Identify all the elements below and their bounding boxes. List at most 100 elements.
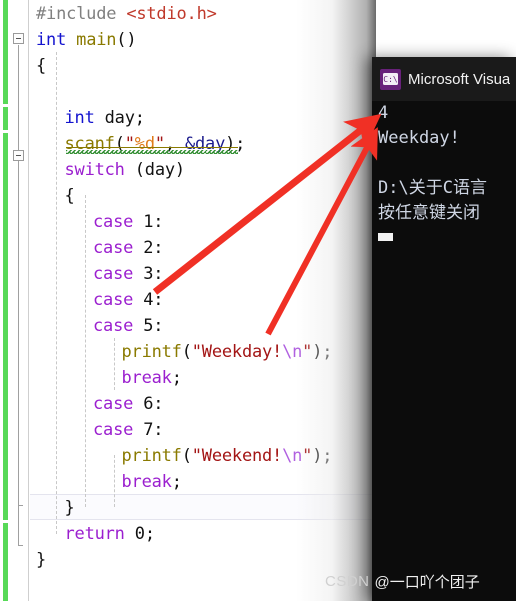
code-token: ;: [171, 472, 182, 492]
code-content[interactable]: #include <stdio.h> int main(){int day; sca…: [30, 0, 380, 601]
code-line[interactable]: case 1:: [93, 209, 163, 235]
code-token: 1: [143, 212, 154, 232]
code-token: 5: [143, 316, 154, 336]
code-line[interactable]: return 0;: [64, 521, 156, 547]
code-token: day;: [94, 108, 145, 128]
code-token: (day): [124, 160, 185, 180]
folding-gutter[interactable]: [10, 0, 28, 601]
code-token: printf: [121, 342, 182, 362]
code-token: }: [36, 550, 47, 570]
screenshot-root: #include <stdio.h> int main(){int day; sca…: [0, 0, 516, 601]
gutter-separator: [28, 0, 29, 601]
console-title-bar[interactable]: C:\ Microsoft Visua: [372, 57, 516, 101]
code-line[interactable]: break;: [122, 469, 182, 495]
fold-scope-line-switch: [18, 165, 19, 505]
code-line[interactable]: case 2:: [93, 235, 163, 261]
code-token: #include: [36, 4, 127, 24]
fold-scope-end-main: [18, 545, 23, 546]
code-token: :: [153, 394, 164, 414]
code-token: ;: [171, 368, 182, 388]
code-token: case: [93, 290, 134, 310]
code-line[interactable]: case 7:: [93, 417, 163, 443]
code-line[interactable]: }: [36, 547, 46, 573]
code-token: {: [36, 56, 47, 76]
console-window[interactable]: C:\ Microsoft Visua 4 Weekday! D:\关于C语言 按任意…: [372, 57, 516, 601]
fold-toggle-main[interactable]: [13, 33, 24, 44]
code-line[interactable]: switch (day): [64, 157, 186, 183]
code-line[interactable]: case 3:: [93, 261, 163, 287]
console-title-text: Microsoft Visua: [408, 70, 511, 88]
code-token: 3: [143, 264, 154, 284]
change-indicator-gap: [3, 104, 8, 107]
code-line[interactable]: int day;: [65, 105, 145, 131]
code-token: :: [153, 316, 164, 336]
code-token: case: [93, 264, 134, 284]
code-line[interactable]: }: [65, 495, 75, 521]
code-line[interactable]: {: [65, 183, 75, 209]
code-token: :: [153, 264, 164, 284]
code-token: <stdio.h>: [126, 4, 217, 24]
scanf-underline: [66, 147, 238, 148]
code-token: case: [93, 238, 134, 258]
code-line[interactable]: printf("Weekend!\n");: [122, 443, 333, 469]
code-line[interactable]: break;: [122, 365, 182, 391]
code-token: ": [302, 342, 313, 362]
code-token: \n: [282, 446, 303, 466]
fold-scope-end-switch: [18, 505, 23, 506]
code-token: printf: [121, 446, 182, 466]
code-token: );: [312, 342, 333, 362]
code-line[interactable]: case 4:: [93, 287, 163, 313]
code-token: return: [64, 524, 125, 544]
code-token: 4: [143, 290, 154, 310]
code-token: }: [64, 498, 75, 518]
code-token: :: [153, 290, 164, 310]
console-line: 4: [378, 103, 389, 123]
code-token: :: [153, 238, 164, 258]
code-line[interactable]: case 5:: [93, 313, 163, 339]
code-token: ": [302, 446, 313, 466]
code-line[interactable]: #include <stdio.h>: [36, 1, 217, 27]
code-line[interactable]: case 6:: [93, 391, 163, 417]
code-token: switch: [64, 160, 125, 180]
code-token: int: [36, 30, 67, 50]
code-token: );: [312, 446, 333, 466]
console-line: D:\关于C语言: [378, 178, 487, 198]
change-indicator-gap: [3, 130, 8, 133]
fold-toggle-switch[interactable]: [13, 150, 24, 161]
code-editor[interactable]: #include <stdio.h> int main(){int day; sca…: [0, 0, 380, 601]
console-block-cursor: [378, 233, 393, 241]
code-token: (): [116, 30, 137, 50]
code-token: 6: [143, 394, 154, 414]
code-token: case: [93, 394, 134, 414]
console-output: 4 Weekday! D:\关于C语言 按任意键关闭: [372, 101, 516, 601]
code-token: (: [181, 446, 192, 466]
visual-studio-console-icon: C:\: [380, 68, 401, 90]
code-token: (: [181, 342, 192, 362]
code-token: break: [121, 368, 172, 388]
code-token: "Weekend!: [191, 446, 283, 466]
code-token: :: [153, 212, 164, 232]
code-token: int: [64, 108, 95, 128]
change-indicator-bar: [3, 0, 8, 601]
code-token: "Weekday!: [191, 342, 283, 362]
code-token: \n: [282, 342, 303, 362]
code-token: 2: [143, 238, 154, 258]
code-token: case: [93, 420, 134, 440]
code-token: :: [153, 420, 164, 440]
code-line[interactable]: int main(): [36, 27, 137, 53]
code-line[interactable]: {: [36, 53, 46, 79]
console-line: Weekday!: [378, 128, 460, 148]
code-token: 7: [143, 420, 154, 440]
code-line[interactable]: printf("Weekday!\n");: [122, 339, 333, 365]
code-token: case: [93, 316, 134, 336]
code-token: break: [121, 472, 172, 492]
svg-text:C:\: C:\: [383, 75, 398, 84]
code-token: ;: [144, 524, 155, 544]
